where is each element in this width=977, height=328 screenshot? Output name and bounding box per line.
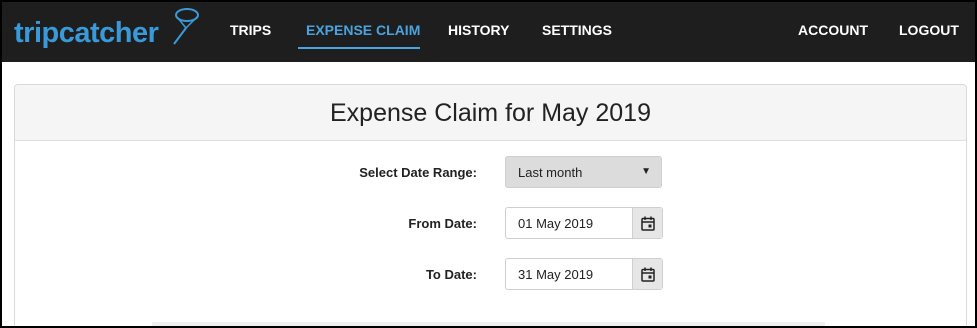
nav-logout[interactable]: LOGOUT [899, 2, 959, 62]
to-date-calendar-button[interactable] [632, 259, 662, 289]
nav-trips[interactable]: TRIPS [230, 2, 271, 62]
nav-account[interactable]: ACCOUNT [798, 2, 868, 62]
butterfly-net-icon [173, 8, 199, 45]
app-window: tripcatcher TRIPS EXPENSE CLAIM HISTORY … [2, 2, 975, 326]
date-range-select[interactable]: Last month ▼ [505, 156, 662, 188]
nav-expense-claim[interactable]: EXPENSE CLAIM [306, 2, 420, 62]
to-date-label: To Date: [425, 267, 477, 282]
from-date-calendar-button[interactable] [632, 208, 662, 238]
caret-down-icon: ▼ [641, 166, 651, 177]
to-date-group [505, 258, 663, 290]
top-navbar: tripcatcher TRIPS EXPENSE CLAIM HISTORY … [2, 2, 975, 62]
from-date-label: From Date: [408, 216, 477, 231]
from-date-group [505, 207, 663, 239]
from-date-input[interactable] [506, 208, 632, 238]
brand-logo[interactable]: tripcatcher [14, 17, 159, 50]
date-range-label: Select Date Range: [359, 165, 477, 180]
date-range-value: Last month [518, 165, 583, 180]
to-date-input[interactable] [506, 259, 632, 289]
nav-settings[interactable]: SETTINGS [542, 2, 612, 62]
expense-claim-panel: Expense Claim for May 2019 Select Date R… [14, 84, 967, 326]
nav-history[interactable]: HISTORY [448, 2, 509, 62]
calendar-icon [640, 216, 655, 231]
active-tab-indicator [298, 47, 420, 49]
panel-title: Expense Claim for May 2019 [15, 85, 966, 141]
calendar-icon [640, 267, 655, 282]
content-divider [152, 322, 825, 326]
